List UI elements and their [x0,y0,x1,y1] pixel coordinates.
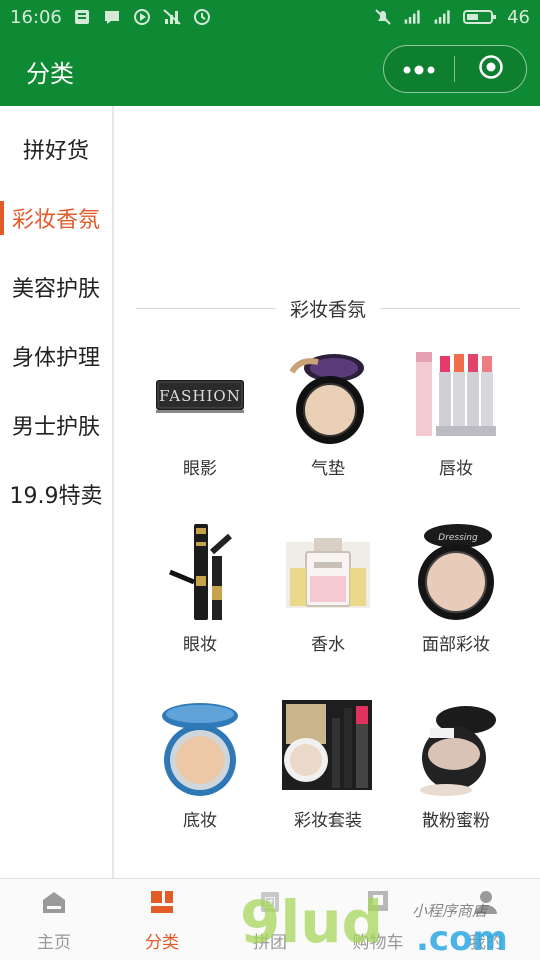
mute-icon [373,7,393,27]
signal-icon [433,7,453,27]
divider-line [136,307,276,309]
page-title: 分类 [26,60,74,88]
subcategory-cushion[interactable]: 气垫 [264,346,392,496]
tab-profile[interactable]: 我的 [432,879,540,960]
clock-icon [192,7,212,27]
target-close-icon [478,54,504,84]
sidebar-item-special-sale[interactable]: 19.9特卖 [0,459,112,528]
media-play-icon [132,7,152,27]
subcategory-label: 眼妆 [183,635,217,655]
chat-icon [102,7,122,27]
status-bar: 16:06 46 [0,0,540,34]
subcategory-label: 散粉蜜粉 [422,811,490,831]
svg-text:团: 团 [264,896,276,910]
sidebar-item-label: 男士护肤 [11,414,100,440]
svg-text:Dressing: Dressing [438,533,478,543]
message-icon [72,7,92,27]
tab-cart[interactable]: 购物车 [324,879,432,960]
more-dots-icon [402,60,436,79]
section-header: 彩妆香氛 [136,296,521,321]
tab-label: 我的 [469,932,503,953]
subcategory-label: 面部彩妆 [422,635,490,655]
perfume-icon [278,522,378,622]
sidebar-item-label: 美容护肤 [11,276,100,302]
tab-home[interactable]: 主页 [0,879,108,960]
divider-line [380,307,521,309]
subcategory-label: 香水 [311,635,345,655]
subcategory-perfume[interactable]: 香水 [264,522,392,672]
sidebar-item-label: 彩妆香氛 [11,207,100,233]
sidebar-item-makeup-fragrance[interactable]: 彩妆香氛 [0,183,112,252]
no-signal-icon [162,7,182,27]
battery-icon [463,7,497,27]
tab-label: 购物车 [352,932,404,953]
status-time: 16:06 [10,6,62,28]
subcategory-label: 彩妆套装 [294,811,362,831]
sidebar-item-pinhaohuo[interactable]: 拼好货 [0,114,112,183]
sidebar-item-label: 拼好货 [22,138,89,164]
sidebar-item-skincare[interactable]: 美容护肤 [0,252,112,321]
loose-powder-icon [406,698,506,798]
sidebar-item-mens-skincare[interactable]: 男士护肤 [0,390,112,459]
group-buy-icon: 团 [255,887,285,922]
section-title: 彩妆香氛 [290,298,367,321]
mascara-icon [150,522,250,622]
powder-compact-icon: Dressing [406,522,506,622]
subcategory-face-makeup[interactable]: Dressing 面部彩妆 [392,522,520,672]
subcategory-eyeshadow[interactable]: FASHION 眼影 [136,346,264,496]
tab-category[interactable]: 分类 [108,879,216,960]
home-icon [39,887,69,922]
close-button[interactable] [455,46,526,92]
subcategory-lip[interactable]: 唇妆 [392,346,520,496]
mini-program-capsule [383,45,527,93]
subcategory-eye-makeup[interactable]: 眼妆 [136,522,264,672]
battery-level: 46 [507,6,530,28]
subcategory-base-makeup[interactable]: 底妆 [136,698,264,848]
profile-icon [471,887,501,922]
tab-group-buy[interactable]: 团 拼团 [216,879,324,960]
subcategory-loose-powder[interactable]: 散粉蜜粉 [392,698,520,848]
sidebar-item-bodycare[interactable]: 身体护理 [0,321,112,390]
cart-icon [363,887,393,922]
bottom-tab-bar: 主页 分类 团 拼团 购物车 我的 [0,878,540,960]
category-icon [147,887,177,922]
subcategory-label: 气垫 [311,459,345,479]
category-content: 彩妆香氛 FASHION 眼影 气垫 唇妆 眼妆 香水 Dressing 面部彩… [116,106,540,878]
tab-label: 分类 [145,932,179,953]
tab-label: 主页 [37,932,71,953]
eyeshadow-palette-icon: FASHION [150,346,250,446]
lipsticks-icon [406,346,506,446]
foundation-cushion-icon [150,698,250,798]
subcategory-label: 唇妆 [439,459,473,479]
title-bar: 分类 [0,34,540,106]
subcategory-makeup-set[interactable]: 彩妆套装 [264,698,392,848]
category-sidebar: 拼好货 彩妆香氛 美容护肤 身体护理 男士护肤 19.9特卖 [0,106,114,878]
sidebar-item-label: 19.9特卖 [9,483,103,509]
subcategory-label: 底妆 [183,811,217,831]
more-button[interactable] [384,46,454,92]
cushion-compact-icon [278,346,378,446]
svg-text:FASHION: FASHION [159,387,241,405]
subcategory-label: 眼影 [183,459,217,479]
signal-icon [403,7,423,27]
sidebar-item-label: 身体护理 [11,345,100,371]
tab-label: 拼团 [253,932,287,953]
makeup-set-icon [278,698,378,798]
